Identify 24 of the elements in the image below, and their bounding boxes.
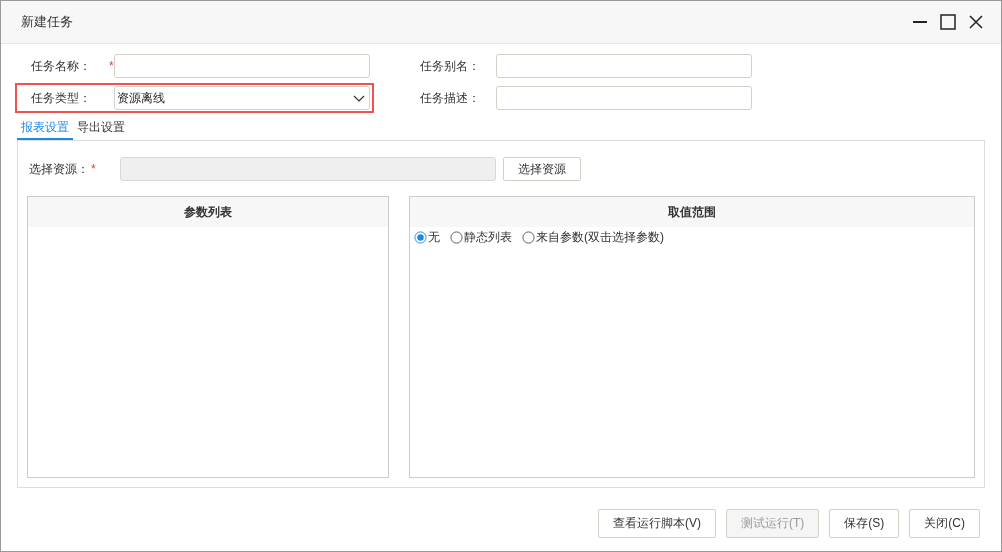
tab[interactable]: 导出设置 <box>73 117 129 140</box>
radio-option[interactable]: 静态列表 <box>450 229 512 246</box>
radio-option[interactable]: 来自参数(双击选择参数) <box>522 229 664 246</box>
field-label: 任务类型： <box>31 89 92 107</box>
field-label: 任务名称： <box>31 57 92 75</box>
required-mark: * <box>109 59 114 73</box>
window-title: 新建任务 <box>21 13 74 31</box>
dialog-button[interactable]: 查看运行脚本(V) <box>598 509 716 538</box>
tab[interactable]: 报表设置 <box>17 117 73 140</box>
field-label: 任务别名： <box>419 57 481 75</box>
text-field[interactable] <box>495 54 752 78</box>
text-field[interactable] <box>495 86 752 110</box>
column-header: 取值范围 <box>410 197 974 227</box>
radio-option[interactable]: 无 <box>414 229 440 246</box>
required-mark: * <box>91 162 96 176</box>
field-label: 选择资源： <box>28 160 89 178</box>
dialog-button[interactable]: 保存(S) <box>829 509 900 538</box>
column-header: 参数列表 <box>28 197 388 227</box>
close-icon[interactable] <box>967 13 985 31</box>
dropdown[interactable]: 资源离线 <box>113 86 370 110</box>
dialog-button[interactable]: 关闭(C) <box>909 509 980 538</box>
text-field[interactable] <box>113 54 370 78</box>
maximize-icon[interactable] <box>939 13 957 31</box>
field-label: 任务描述： <box>419 89 481 107</box>
